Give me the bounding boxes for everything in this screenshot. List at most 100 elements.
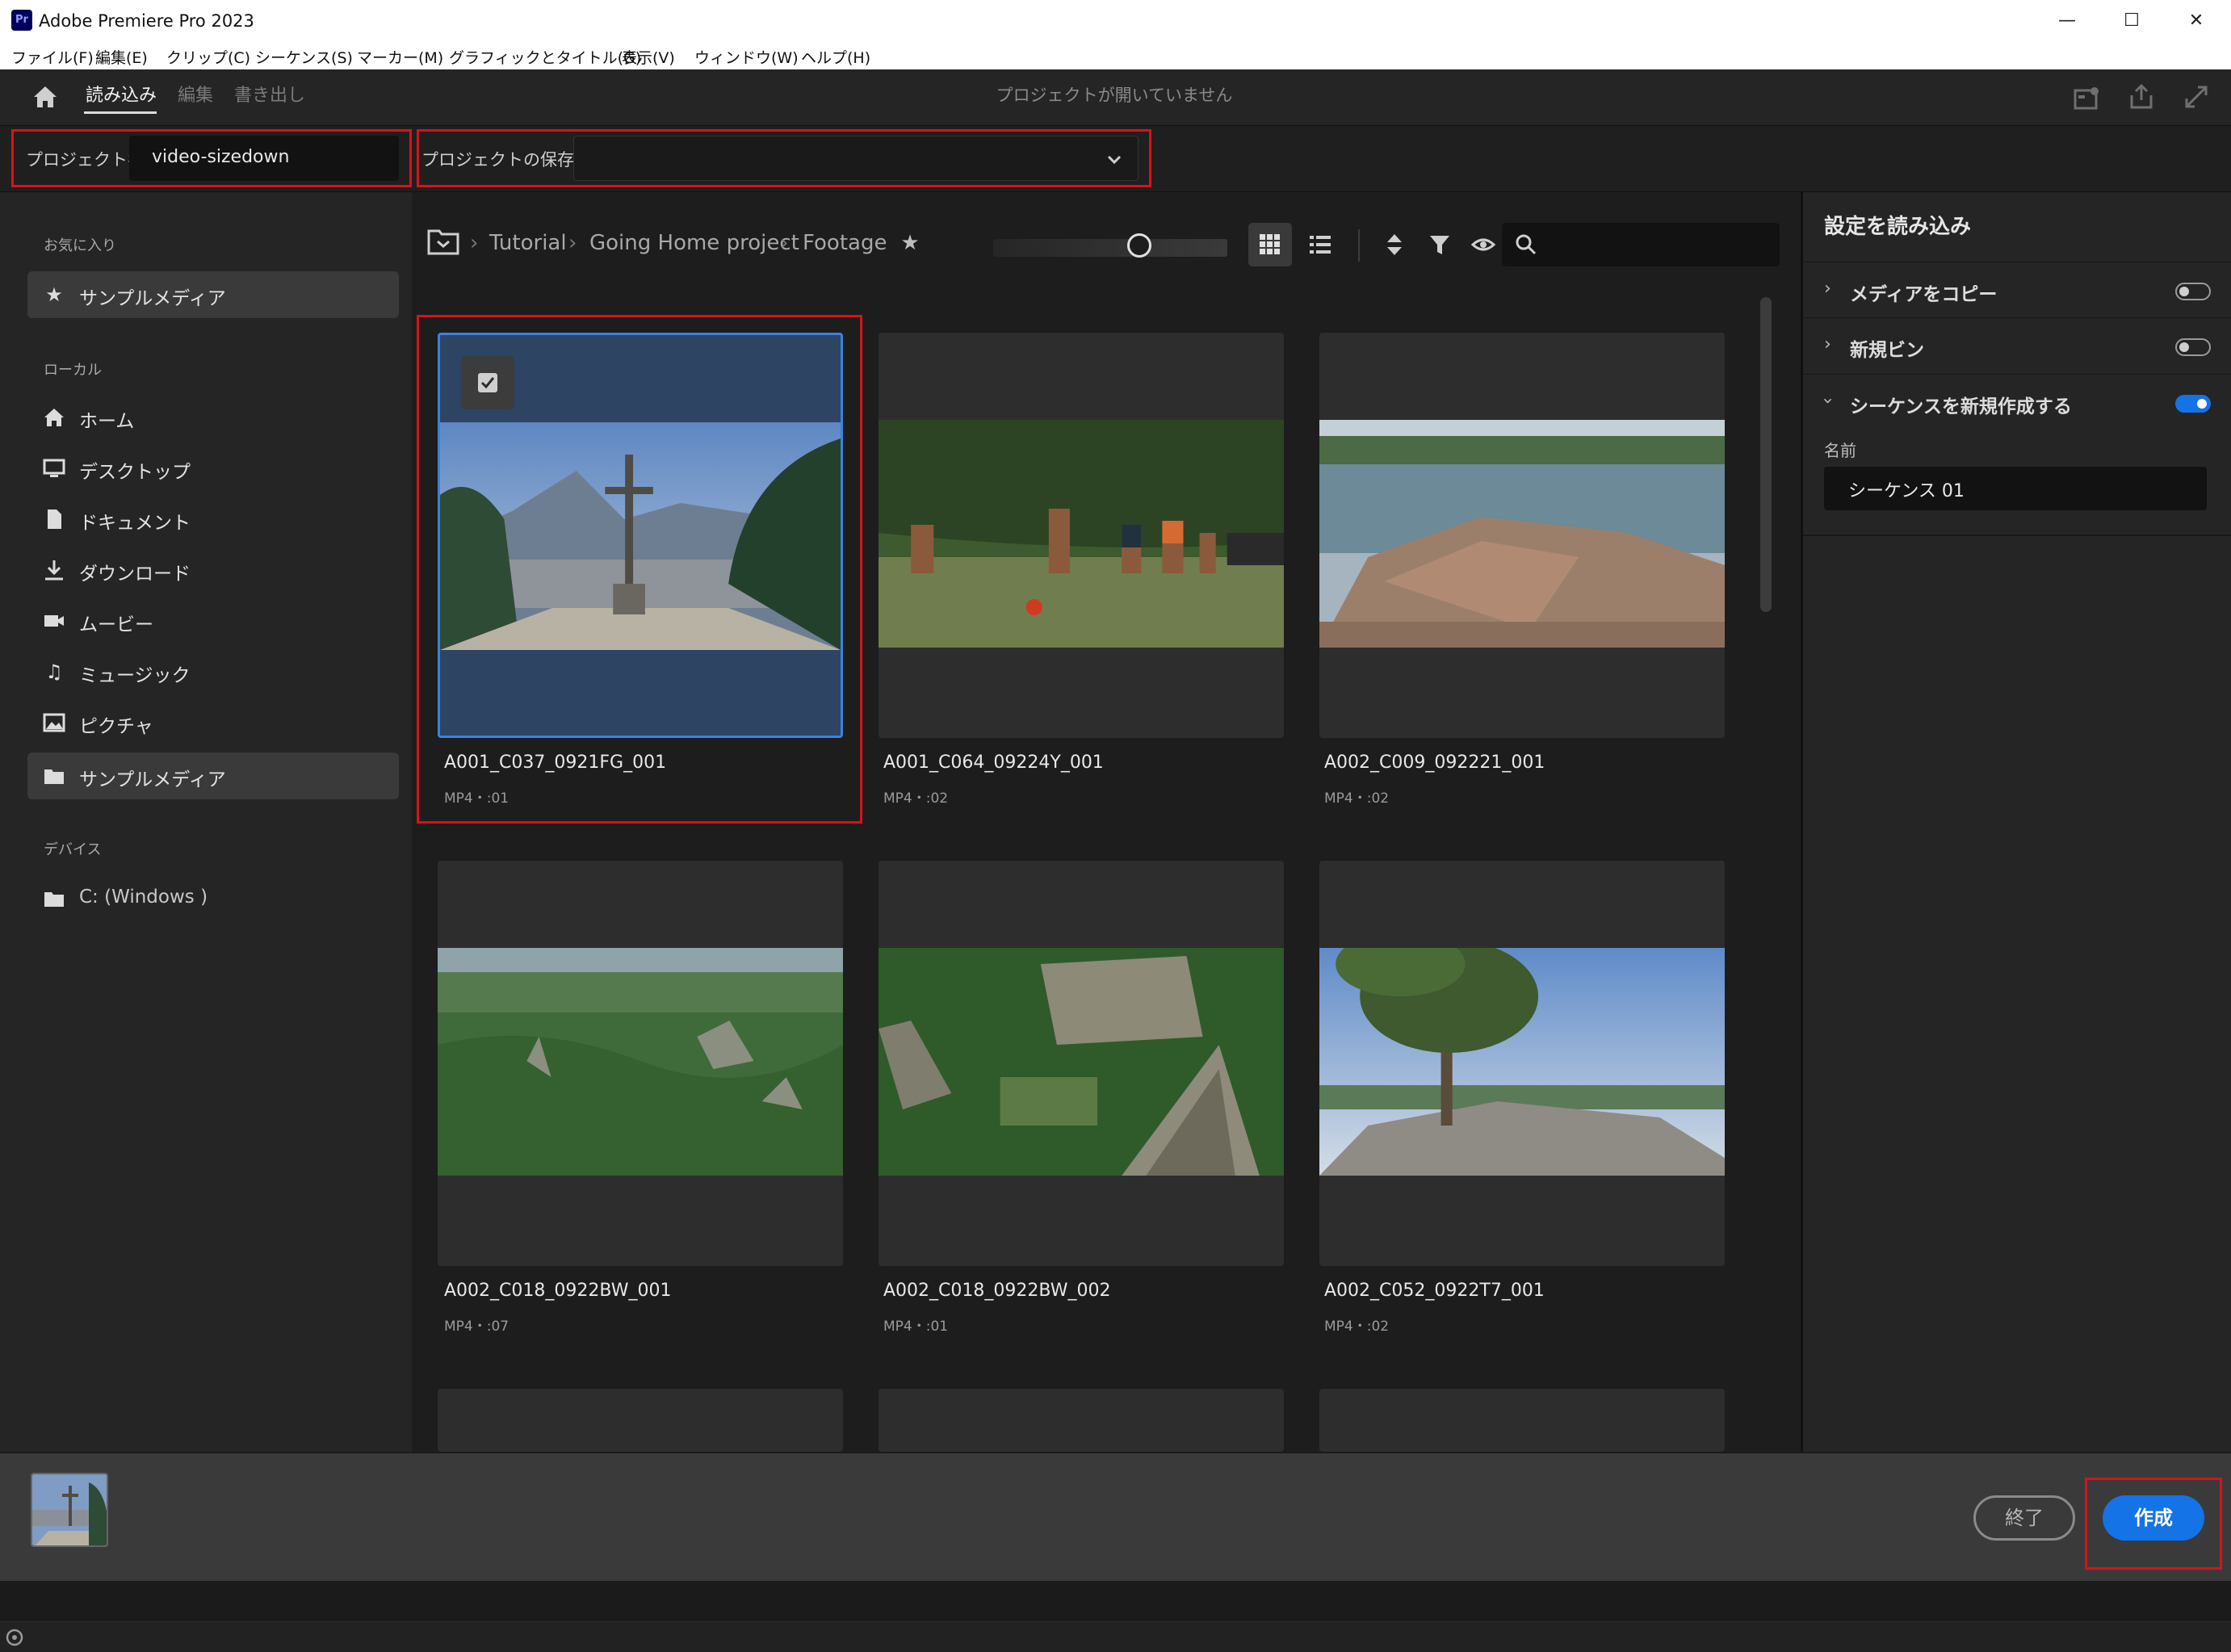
menu-window[interactable]: ウィンドウ(W) [694, 46, 799, 68]
project-name-input[interactable]: video-sizedown [129, 136, 399, 181]
media-browser: › Tutorial › Going Home project › Footag… [412, 192, 1801, 1452]
sort-icon[interactable] [1374, 224, 1415, 265]
share-icon[interactable] [2127, 82, 2156, 111]
tab-export[interactable]: 書き出し [234, 81, 305, 107]
sequence-name-label: 名前 [1824, 441, 1856, 460]
list-view-button[interactable] [1298, 223, 1342, 266]
tab-import[interactable]: 読み込み [86, 81, 157, 107]
search-input[interactable] [1502, 223, 1780, 266]
favorite-star-icon[interactable]: ★ [890, 223, 930, 263]
clip-thumbnail [440, 422, 841, 650]
home-icon[interactable] [29, 81, 61, 113]
menu-marker[interactable]: マーカー(M) [357, 46, 443, 68]
creative-cloud-icon[interactable] [5, 1629, 24, 1646]
copy-media-label: メディアをコピー [1850, 284, 1998, 305]
selected-clip-thumbnail[interactable] [31, 1473, 108, 1547]
clip-meta: MP4・:01 [883, 1319, 949, 1335]
menu-sequence[interactable]: シーケンス(S) [255, 46, 353, 68]
media-card[interactable] [879, 333, 1284, 738]
filter-icon[interactable] [1420, 224, 1460, 265]
sidebar-item-drive-c[interactable]: C: (Windows ) [27, 875, 399, 922]
status-bar [0, 1581, 2231, 1652]
document-icon [42, 507, 66, 531]
project-location-label: プロジェクトの保存先 [421, 150, 591, 170]
sidebar-item-label: ダウンロード [79, 564, 191, 585]
sidebar-item-sample-media-favorite[interactable]: ★ サンプルメディア [27, 271, 399, 318]
folder-nav-icon[interactable] [426, 226, 460, 258]
favorites-section-label: お気に入り [44, 237, 116, 254]
devices-section-label: デバイス [44, 841, 102, 858]
clip-name: A002_C052_0922T7_001 [1324, 1281, 1545, 1301]
create-button[interactable]: 作成 [2103, 1495, 2204, 1541]
sidebar-item-documents[interactable]: ドキュメント [27, 496, 399, 543]
project-location-dropdown[interactable] [573, 136, 1139, 181]
new-sequence-toggle[interactable] [2175, 395, 2211, 413]
media-card[interactable] [879, 1389, 1284, 1452]
menu-clip[interactable]: クリップ(C) [166, 46, 250, 68]
menu-file[interactable]: ファイル(F) [11, 46, 94, 68]
new-sequence-label[interactable]: シーケンスを新規作成する [1850, 391, 2072, 418]
desktop-icon [42, 456, 66, 480]
media-card[interactable] [879, 861, 1284, 1266]
media-card[interactable] [438, 1389, 843, 1452]
slider-handle[interactable] [1127, 233, 1151, 258]
checkbox[interactable] [461, 356, 514, 409]
sidebar-item-pictures[interactable]: ピクチャ [27, 699, 399, 746]
breadcrumb-separator: › [780, 231, 789, 255]
sidebar-item-movies[interactable]: ムービー [27, 597, 399, 644]
sidebar-item-sample-media[interactable]: サンプルメディア [27, 753, 399, 799]
exit-button[interactable]: 終了 [1973, 1495, 2075, 1541]
sidebar-item-label: ピクチャ [79, 716, 153, 737]
breadcrumb-going-home[interactable]: Going Home project [589, 231, 799, 255]
new-bin-toggle[interactable] [2175, 338, 2211, 356]
sidebar-item-label: サンプルメディア [79, 769, 226, 790]
new-bin-row[interactable]: › 新規ビン [1803, 318, 2231, 375]
sequence-name-input[interactable]: シーケンス 01 [1824, 467, 2207, 510]
media-card[interactable] [438, 861, 843, 1266]
copy-media-row[interactable]: › メディアをコピー [1803, 262, 2231, 318]
thumbnail-size-slider[interactable] [993, 239, 1227, 257]
new-sequence-section: › シーケンスを新規作成する 名前 シーケンス 01 [1803, 375, 2231, 536]
breadcrumb-separator: › [568, 231, 577, 255]
sidebar-item-home[interactable]: ホーム [27, 394, 399, 441]
maximize-button[interactable]: ☐ [2099, 0, 2164, 42]
sidebar-item-desktop[interactable]: デスクトップ [27, 445, 399, 492]
clip-meta: MP4・:01 [444, 790, 510, 807]
close-button[interactable]: ✕ [2164, 0, 2229, 42]
fullscreen-icon[interactable] [2182, 82, 2211, 111]
sidebar-item-label: デスクトップ [79, 462, 191, 483]
grid-view-button[interactable] [1248, 223, 1292, 266]
minimize-button[interactable]: — [2035, 0, 2099, 42]
quick-export-icon[interactable] [2072, 84, 2101, 113]
breadcrumb-tutorial[interactable]: Tutorial [489, 231, 567, 255]
chevron-down-icon [1107, 155, 1122, 165]
clip-name: A002_C018_0922BW_002 [883, 1281, 1111, 1301]
eye-icon[interactable] [1463, 224, 1503, 265]
menu-help[interactable]: ヘルプ(H) [801, 46, 870, 68]
checkmark-icon [478, 373, 497, 392]
music-icon: ♫ [45, 660, 63, 683]
sidebar-item-label: ミュージック [79, 665, 191, 686]
menu-edit[interactable]: 編集(E) [95, 46, 148, 68]
menu-view[interactable]: 表示(V) [622, 46, 675, 68]
media-card[interactable] [1319, 333, 1725, 738]
search-icon [1516, 234, 1537, 255]
chevron-right-icon: › [1824, 279, 1831, 299]
clip-thumbnail [879, 420, 1284, 648]
workspace-header: 読み込み 編集 書き出し プロジェクトが開いていません [0, 69, 2231, 126]
sidebar-item-downloads[interactable]: ダウンロード [27, 547, 399, 593]
media-card[interactable] [438, 333, 843, 738]
breadcrumb-footage[interactable]: Footage [803, 231, 887, 255]
sidebar-item-label: ドキュメント [79, 513, 191, 534]
vertical-scrollbar[interactable] [1760, 297, 1772, 612]
copy-media-toggle[interactable] [2175, 283, 2211, 300]
media-card[interactable] [1319, 1389, 1725, 1452]
menu-graphics[interactable]: グラフィックとタイトル(G) [449, 46, 641, 68]
chevron-down-icon: › [1817, 397, 1838, 405]
star-icon: ★ [45, 283, 63, 306]
media-card[interactable] [1319, 861, 1725, 1266]
local-section-label: ローカル [44, 362, 102, 379]
sidebar-item-music[interactable]: ♫ ミュージック [27, 648, 399, 695]
tab-edit[interactable]: 編集 [178, 81, 213, 107]
project-status: プロジェクトが開いていません [996, 86, 1233, 105]
